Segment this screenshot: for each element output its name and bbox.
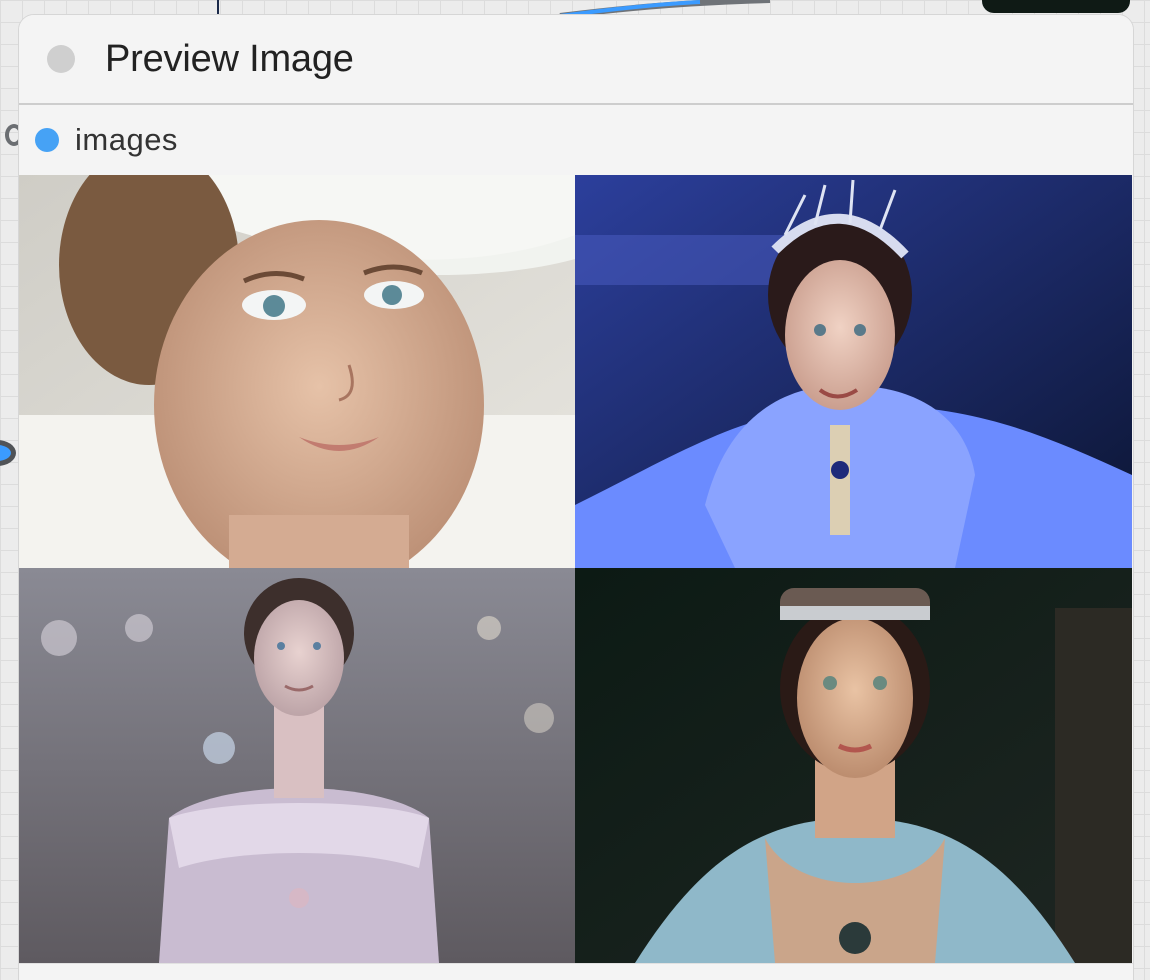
image-preview-grid (19, 175, 1132, 963)
portrait-crown-dark-image (575, 568, 1132, 963)
input-slot-dot-icon[interactable] (35, 128, 59, 152)
input-slot-images[interactable]: images (19, 105, 1133, 175)
preview-image-1[interactable] (19, 175, 575, 568)
preview-image-2[interactable] (575, 175, 1132, 568)
portrait-lilac-dress-image (19, 568, 575, 963)
node-header[interactable]: Preview Image (19, 15, 1133, 103)
preview-image-3[interactable] (19, 568, 575, 963)
node-footer (19, 963, 1133, 980)
portrait-white-hat-image (19, 175, 575, 568)
preview-image-node[interactable]: Preview Image images (18, 14, 1134, 980)
collapse-toggle-icon[interactable] (47, 45, 75, 73)
node-title: Preview Image (105, 37, 354, 80)
link-connector[interactable] (0, 440, 16, 466)
input-slot-label: images (75, 122, 178, 157)
queue-button[interactable] (982, 0, 1130, 13)
preview-image-4[interactable] (575, 568, 1132, 963)
portrait-blue-tiara-image (575, 175, 1132, 568)
